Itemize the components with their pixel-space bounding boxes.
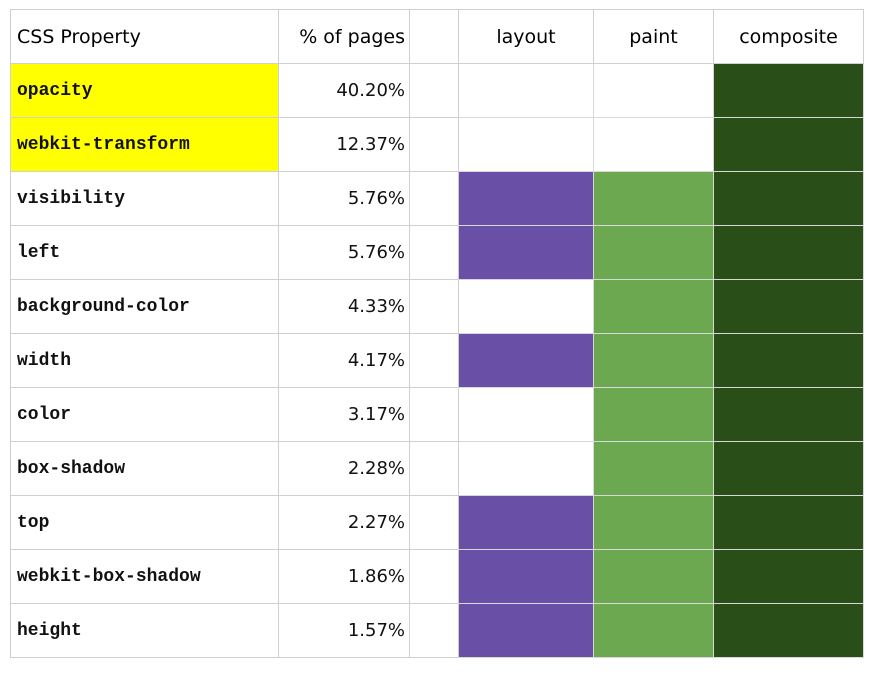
property-name-cell: height bbox=[10, 603, 279, 658]
header-layout: layout bbox=[458, 9, 594, 64]
composite-indicator-cell bbox=[713, 495, 864, 550]
header-composite: composite bbox=[713, 9, 864, 64]
table-row: color 3.17% bbox=[10, 387, 864, 442]
header-row: CSS Property % of pages layout paint com… bbox=[10, 9, 864, 64]
percent-of-pages-cell: 1.86% bbox=[278, 549, 410, 604]
property-name-cell: top bbox=[10, 495, 279, 550]
layout-indicator-cell bbox=[458, 549, 594, 604]
composite-indicator-cell bbox=[713, 441, 864, 496]
spacer-cell bbox=[409, 441, 459, 496]
layout-indicator-cell bbox=[458, 279, 594, 334]
header-spacer bbox=[409, 9, 459, 64]
spacer-cell bbox=[409, 495, 459, 550]
table-row: width 4.17% bbox=[10, 333, 864, 388]
percent-of-pages-cell: 40.20% bbox=[278, 63, 410, 118]
percent-of-pages-cell: 1.57% bbox=[278, 603, 410, 658]
table-row: webkit-box-shadow 1.86% bbox=[10, 549, 864, 604]
paint-indicator-cell bbox=[593, 441, 714, 496]
percent-of-pages-cell: 2.27% bbox=[278, 495, 410, 550]
percent-of-pages-cell: 5.76% bbox=[278, 171, 410, 226]
paint-indicator-cell bbox=[593, 549, 714, 604]
property-name-cell: webkit-box-shadow bbox=[10, 549, 279, 604]
composite-indicator-cell bbox=[713, 279, 864, 334]
spacer-cell bbox=[409, 603, 459, 658]
layout-indicator-cell bbox=[458, 387, 594, 442]
paint-indicator-cell bbox=[593, 171, 714, 226]
percent-of-pages-cell: 4.33% bbox=[278, 279, 410, 334]
property-name-cell: webkit-transform bbox=[10, 117, 279, 172]
header-css-property: CSS Property bbox=[10, 9, 279, 64]
composite-indicator-cell bbox=[713, 171, 864, 226]
property-name-cell: width bbox=[10, 333, 279, 388]
header-paint: paint bbox=[593, 9, 714, 64]
paint-indicator-cell bbox=[593, 387, 714, 442]
table-row: opacity 40.20% bbox=[10, 63, 864, 118]
layout-indicator-cell bbox=[458, 441, 594, 496]
composite-indicator-cell bbox=[713, 603, 864, 658]
paint-indicator-cell bbox=[593, 603, 714, 658]
composite-indicator-cell bbox=[713, 63, 864, 118]
table-row: webkit-transform 12.37% bbox=[10, 117, 864, 172]
paint-indicator-cell bbox=[593, 117, 714, 172]
property-name-cell: left bbox=[10, 225, 279, 280]
spacer-cell bbox=[409, 333, 459, 388]
spacer-cell bbox=[409, 225, 459, 280]
table-row: box-shadow 2.28% bbox=[10, 441, 864, 496]
composite-indicator-cell bbox=[713, 225, 864, 280]
css-property-table: CSS Property % of pages layout paint com… bbox=[10, 9, 864, 658]
table-row: top 2.27% bbox=[10, 495, 864, 550]
property-name-cell: color bbox=[10, 387, 279, 442]
paint-indicator-cell bbox=[593, 63, 714, 118]
paint-indicator-cell bbox=[593, 495, 714, 550]
property-name-cell: opacity bbox=[10, 63, 279, 118]
percent-of-pages-cell: 12.37% bbox=[278, 117, 410, 172]
spacer-cell bbox=[409, 171, 459, 226]
table-row: background-color 4.33% bbox=[10, 279, 864, 334]
table-row: visibility 5.76% bbox=[10, 171, 864, 226]
spacer-cell bbox=[409, 117, 459, 172]
header-percent-of-pages: % of pages bbox=[278, 9, 410, 64]
layout-indicator-cell bbox=[458, 333, 594, 388]
percent-of-pages-cell: 2.28% bbox=[278, 441, 410, 496]
layout-indicator-cell bbox=[458, 495, 594, 550]
paint-indicator-cell bbox=[593, 279, 714, 334]
composite-indicator-cell bbox=[713, 387, 864, 442]
layout-indicator-cell bbox=[458, 603, 594, 658]
composite-indicator-cell bbox=[713, 117, 864, 172]
layout-indicator-cell bbox=[458, 117, 594, 172]
layout-indicator-cell bbox=[458, 63, 594, 118]
spacer-cell bbox=[409, 279, 459, 334]
table-row: left 5.76% bbox=[10, 225, 864, 280]
spacer-cell bbox=[409, 549, 459, 604]
composite-indicator-cell bbox=[713, 333, 864, 388]
percent-of-pages-cell: 3.17% bbox=[278, 387, 410, 442]
property-name-cell: background-color bbox=[10, 279, 279, 334]
paint-indicator-cell bbox=[593, 333, 714, 388]
paint-indicator-cell bbox=[593, 225, 714, 280]
layout-indicator-cell bbox=[458, 225, 594, 280]
table-row: height 1.57% bbox=[10, 603, 864, 658]
percent-of-pages-cell: 4.17% bbox=[278, 333, 410, 388]
layout-indicator-cell bbox=[458, 171, 594, 226]
spacer-cell bbox=[409, 63, 459, 118]
property-name-cell: visibility bbox=[10, 171, 279, 226]
property-name-cell: box-shadow bbox=[10, 441, 279, 496]
composite-indicator-cell bbox=[713, 549, 864, 604]
spacer-cell bbox=[409, 387, 459, 442]
percent-of-pages-cell: 5.76% bbox=[278, 225, 410, 280]
